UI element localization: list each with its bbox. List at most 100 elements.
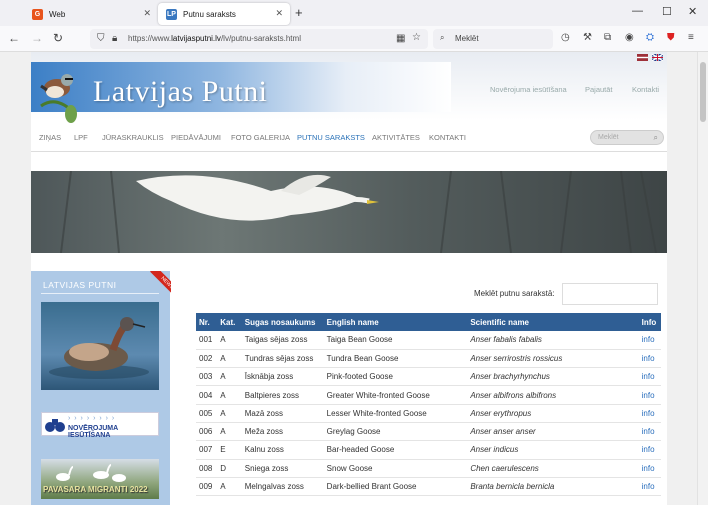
spring-migrants-banner[interactable]: PAVASARA MIGRANTI 2022 bbox=[41, 459, 159, 499]
swan-hero-banner bbox=[31, 171, 667, 253]
cell-category: A bbox=[217, 349, 242, 369]
cell-nr: 001 bbox=[196, 331, 218, 350]
search-icon[interactable]: ⌕ bbox=[654, 133, 658, 143]
col-header-latvian-name[interactable]: Sugas nosaukums bbox=[241, 313, 324, 331]
top-link-report[interactable]: Novērojuma iesūtīšana bbox=[490, 85, 567, 94]
nav-lpf[interactable]: LPF bbox=[74, 133, 88, 142]
cell-category: D bbox=[217, 459, 242, 478]
qr-code-icon[interactable]: ▦ bbox=[396, 33, 405, 44]
cell-scientific-name: Anser anser anser bbox=[467, 422, 639, 442]
cell-nr: 006 bbox=[196, 422, 218, 442]
search-placeholder: Meklēt bbox=[455, 34, 479, 43]
col-header-cat[interactable]: Kat. bbox=[217, 313, 242, 331]
info-link[interactable]: info bbox=[638, 404, 661, 423]
info-link[interactable]: info bbox=[638, 459, 661, 478]
search-icon: ⌕ bbox=[440, 33, 445, 42]
list-search-input[interactable] bbox=[562, 283, 658, 305]
top-link-contacts[interactable]: Kontakti bbox=[632, 85, 659, 94]
nav-foto-galerija[interactable]: FOTO GALERIJA bbox=[231, 133, 290, 142]
info-link[interactable]: info bbox=[638, 477, 661, 497]
new-tab-icon[interactable]: + bbox=[295, 5, 303, 20]
table-row: 008 D Sniega zoss Snow Goose Chen caerulesce… bbox=[196, 459, 661, 478]
col-header-english-name[interactable]: English name bbox=[323, 313, 468, 331]
cell-nr: 004 bbox=[196, 385, 218, 405]
nav-kontakti[interactable]: KONTAKTI bbox=[429, 133, 466, 142]
latvian-flag-icon[interactable] bbox=[637, 54, 648, 61]
tab-putnu-saraksts[interactable]: LP Putnu saraksts ✕ bbox=[158, 3, 290, 25]
translate-icon[interactable]: ⛭ bbox=[646, 32, 654, 43]
nav-putnu-saraksts[interactable]: PUTNU SARAKSTS bbox=[297, 133, 365, 142]
site-logo-text: Latvijas Putni bbox=[93, 75, 268, 108]
col-header-nr[interactable]: Nr. bbox=[196, 313, 218, 331]
cell-latvian-name: Tundras sējas zoss bbox=[241, 349, 324, 369]
close-tab-icon[interactable]: ✕ bbox=[143, 8, 151, 19]
scrollbar-thumb[interactable] bbox=[700, 62, 706, 122]
site-search-placeholder: Meklēt bbox=[598, 134, 619, 141]
site-search-input[interactable]: Meklēt ⌕ bbox=[590, 130, 664, 145]
info-link[interactable]: info bbox=[638, 440, 661, 460]
cell-latvian-name: Taigas sējas zoss bbox=[241, 331, 324, 350]
info-link[interactable]: info bbox=[638, 331, 661, 350]
cell-english-name: Lesser White-fronted Goose bbox=[323, 404, 468, 423]
tools-icon[interactable]: ⚒ bbox=[583, 32, 592, 43]
tab-web[interactable]: G Web ✕ bbox=[24, 3, 158, 25]
main-navigation: ZIŅAS LPF JŪRASKRAUKLIS PIEDĀVĀJUMI FOTO… bbox=[31, 126, 667, 152]
ribbon-label: NEWS bbox=[150, 271, 171, 300]
flying-swan-image bbox=[60, 171, 657, 253]
shield-badge-icon[interactable]: ⛊ bbox=[667, 32, 675, 43]
cell-category: A bbox=[217, 404, 242, 423]
news-ribbon: NEWS bbox=[141, 271, 171, 301]
cell-english-name: Pink-footed Goose bbox=[323, 367, 468, 387]
cell-scientific-name: Anser erythropus bbox=[467, 404, 639, 423]
nav-aktivitates[interactable]: AKTIVITĀTES bbox=[372, 133, 420, 142]
cell-english-name: Tundra Bean Goose bbox=[323, 349, 468, 369]
col-header-info[interactable]: Info bbox=[638, 313, 661, 331]
maximize-icon[interactable]: ☐ bbox=[662, 5, 672, 18]
cell-nr: 002 bbox=[196, 349, 218, 369]
address-bar[interactable]: ⛉ 🔒︎ https://www.latvijasputni.lv/lv/put… bbox=[90, 29, 428, 49]
info-link[interactable]: info bbox=[638, 349, 661, 369]
page-scrollbar[interactable] bbox=[697, 52, 708, 505]
observation-submit-banner[interactable]: › › › › › › › › NOVĒROJUMA IESŪTĪŠANA bbox=[41, 412, 159, 439]
phalarope-photo[interactable] bbox=[41, 302, 159, 390]
cell-scientific-name: Anser brachyrhynchus bbox=[467, 367, 639, 387]
reload-icon[interactable]: ↻ bbox=[53, 31, 63, 45]
nav-zinas[interactable]: ZIŅAS bbox=[39, 133, 61, 142]
cell-english-name: Taiga Bean Goose bbox=[323, 331, 468, 350]
logo-banner[interactable]: Latvijas Putni bbox=[31, 62, 451, 123]
nav-juraskrauklis[interactable]: JŪRASKRAUKLIS bbox=[102, 133, 164, 142]
uk-flag-icon[interactable] bbox=[652, 54, 663, 61]
cell-english-name: Snow Goose bbox=[323, 459, 468, 478]
close-tab-icon[interactable]: ✕ bbox=[275, 8, 283, 19]
close-window-icon[interactable]: ✕ bbox=[688, 5, 697, 18]
col-header-scientific-name[interactable]: Scientific name bbox=[467, 313, 639, 331]
cell-nr: 009 bbox=[196, 477, 218, 497]
history-icon[interactable]: ◷ bbox=[561, 32, 570, 43]
table-header-row: Nr. Kat. Sugas nosaukums English name Sc… bbox=[196, 313, 661, 331]
site-container: Latvijas Putni Novērojuma iesūtīšana Paj… bbox=[31, 52, 667, 505]
table-row: 007 E Kalnu zoss Bar-headed Goose Anser indi… bbox=[196, 440, 661, 460]
navigation-toolbar: ← → ↻ ⛉ 🔒︎ https://www.latvijasputni.lv/… bbox=[0, 26, 708, 52]
nav-piedavajumi[interactable]: PIEDĀVĀJUMI bbox=[171, 133, 221, 142]
forward-icon[interactable]: → bbox=[31, 31, 43, 45]
back-icon[interactable]: ← bbox=[8, 31, 20, 45]
info-link[interactable]: info bbox=[638, 422, 661, 442]
phalarope-image bbox=[49, 317, 149, 379]
bookmark-star-icon[interactable]: ☆ bbox=[412, 32, 421, 43]
shield-icon[interactable]: ⛉ bbox=[97, 33, 105, 44]
menu-icon[interactable]: ≡ bbox=[688, 32, 694, 43]
cell-scientific-name: Anser albifrons albifrons bbox=[467, 385, 639, 405]
minimize-icon[interactable]: — bbox=[632, 5, 643, 17]
info-link[interactable]: info bbox=[638, 385, 661, 405]
table-row: 009 A Melngalvas zoss Dark-bellied Brant Go… bbox=[196, 477, 661, 497]
extension-icon[interactable]: ◉ bbox=[625, 32, 634, 43]
cell-category: A bbox=[217, 367, 242, 387]
cell-latvian-name: Kalnu zoss bbox=[241, 440, 324, 460]
info-link[interactable]: info bbox=[638, 367, 661, 387]
screenshot-icon[interactable]: ⧉ bbox=[604, 32, 611, 43]
table-row: 002 A Tundras sējas zoss Tundra Bean Goose A… bbox=[196, 349, 661, 369]
browser-search-input[interactable]: ⌕ Meklēt bbox=[433, 29, 553, 49]
top-link-ask[interactable]: Pajautāt bbox=[585, 85, 613, 94]
lock-icon[interactable]: 🔒︎ bbox=[112, 33, 117, 44]
tab-label: Putnu saraksts bbox=[183, 9, 236, 19]
